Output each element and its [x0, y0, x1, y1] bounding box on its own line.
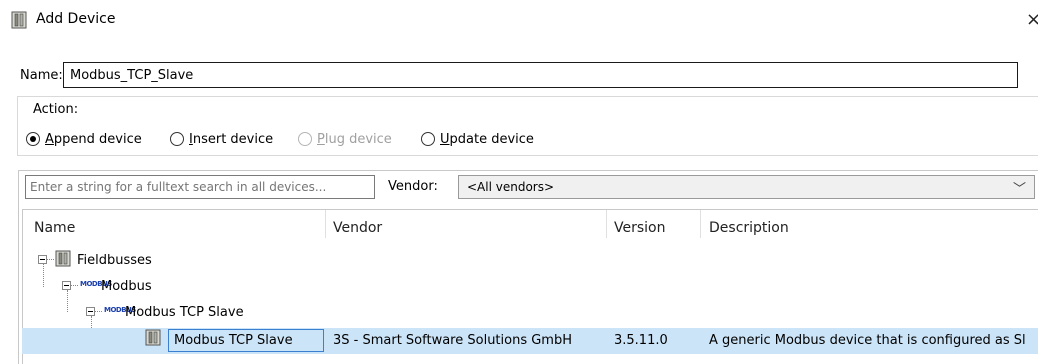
name-label: Name:	[20, 68, 63, 83]
radio-button-icon	[26, 132, 40, 146]
radio-button-icon	[170, 132, 184, 146]
tree-row-label: Modbus	[101, 279, 152, 294]
cell-description: A generic Modbus device that is configur…	[709, 333, 1026, 348]
cell-version: 3.5.11.0	[614, 333, 668, 348]
radio-button-icon	[298, 132, 312, 146]
vendor-select[interactable]: <All vendors> ﹀	[458, 175, 1035, 199]
radio-insert-device[interactable]: Insert device	[170, 129, 273, 149]
action-legend: Action:	[33, 102, 79, 117]
tree-row-label: Fieldbusses	[77, 253, 152, 268]
fieldbus-icon	[55, 250, 71, 267]
tree-connector	[43, 264, 44, 287]
tree-connector	[67, 290, 68, 312]
radio-plug-device: Plug device	[298, 129, 392, 149]
cell-device-name[interactable]: Modbus TCP Slave	[174, 333, 293, 348]
window-title: Add Device	[36, 11, 116, 27]
collapse-icon[interactable]	[62, 281, 71, 290]
cell-vendor: 3S - Smart Software Solutions GmbH	[333, 333, 573, 348]
close-icon[interactable]: ×	[1026, 8, 1038, 32]
column-divider[interactable]	[325, 210, 326, 238]
device-icon	[11, 11, 27, 29]
column-divider[interactable]	[606, 210, 607, 238]
column-header-vendor[interactable]: Vendor	[333, 220, 382, 236]
device-icon	[145, 329, 161, 346]
tree-row-label: Modbus TCP Slave	[125, 305, 244, 320]
column-header-name[interactable]: Name	[34, 220, 75, 236]
collapse-icon[interactable]	[38, 255, 47, 264]
chevron-down-icon: ﹀	[1012, 182, 1026, 197]
collapse-icon[interactable]	[86, 307, 95, 316]
title-bar: Add Device ×	[0, 0, 1038, 40]
column-header-version[interactable]: Version	[614, 220, 665, 236]
radio-append-device[interactable]: Append device	[26, 129, 142, 149]
column-header-description[interactable]: Description	[709, 220, 789, 236]
radio-button-icon	[421, 132, 435, 146]
column-divider[interactable]	[700, 210, 701, 238]
vendor-select-value: <All vendors>	[467, 180, 555, 194]
name-input[interactable]	[63, 62, 1018, 88]
radio-update-device[interactable]: Update device	[421, 129, 534, 149]
fulltext-search-input[interactable]	[25, 175, 375, 199]
vendor-label: Vendor:	[388, 179, 438, 194]
